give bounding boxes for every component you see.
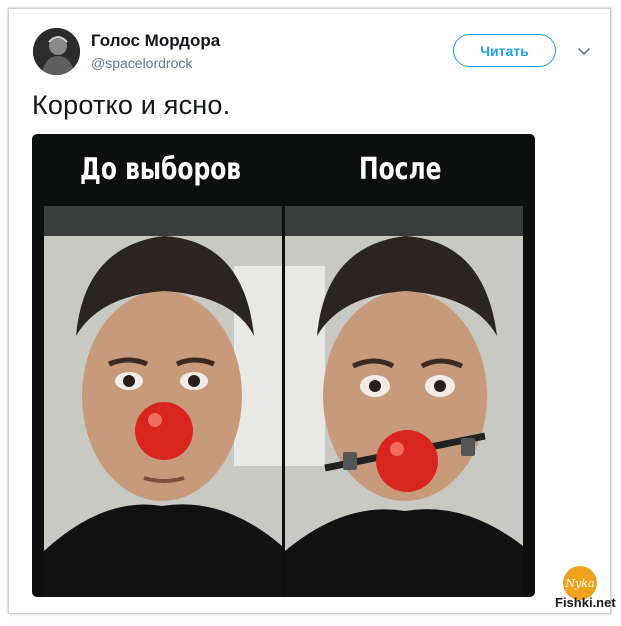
tweet-text: Коротко и ясно. (32, 90, 231, 120)
watermark-site: Fishki.net (555, 595, 616, 610)
photo-after (285, 206, 523, 597)
chevron-down-icon[interactable] (573, 40, 595, 62)
follow-button[interactable]: Читать (453, 34, 556, 67)
ball-gag (376, 430, 438, 492)
display-name[interactable]: Голос Мордора (91, 31, 220, 51)
clown-nose (135, 402, 193, 460)
user-handle[interactable]: @spacelordrock (91, 55, 192, 71)
photo-before (44, 206, 282, 597)
media-label-before: До выборов (80, 152, 242, 187)
tweet-media-image[interactable]: До выборов После (32, 134, 535, 597)
avatar[interactable] (33, 28, 80, 75)
svg-text:Nyka: Nyka (564, 577, 594, 590)
media-label-after: После (359, 152, 442, 187)
